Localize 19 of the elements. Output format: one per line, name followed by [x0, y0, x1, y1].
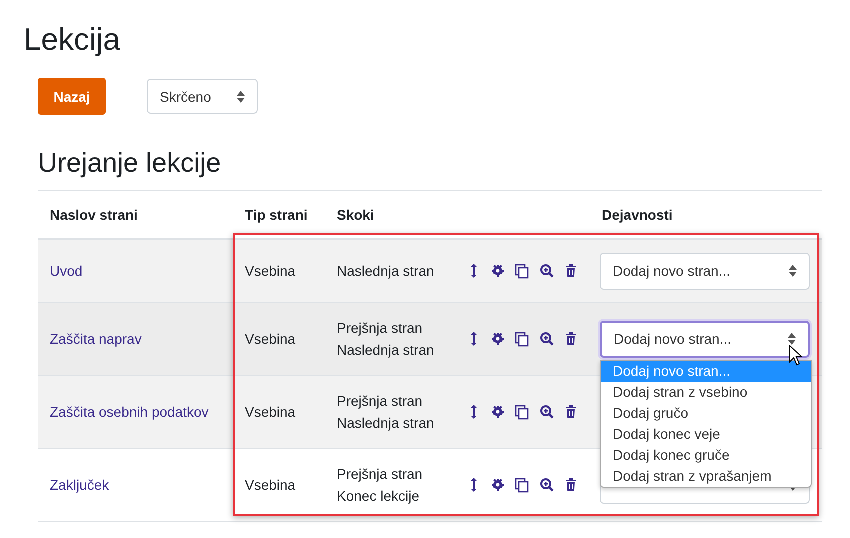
page-type: Vsebina — [244, 263, 297, 279]
column-header: Naslov strani — [49, 206, 139, 222]
jump-label: Naslednja stran — [337, 415, 436, 431]
select-value: Dodaj novo stran... — [613, 263, 731, 279]
column-header: Skoki — [336, 206, 376, 222]
jump-label: Naslednja stran — [337, 342, 436, 358]
jump-label: Naslednja stran — [337, 263, 436, 279]
page-type: Vsebina — [244, 477, 297, 493]
page-title: Lekcija — [23, 21, 120, 58]
select-value: Dodaj novo stran... — [614, 331, 732, 347]
column-header: Dejavnosti — [601, 206, 674, 222]
jump-label: Prejšnja stran — [337, 393, 424, 409]
jump-label: Prejšnja stran — [337, 320, 424, 336]
jump-label: Prejšnja stran — [337, 466, 424, 482]
page-type: Vsebina — [244, 331, 297, 347]
jump-label: Konec lekcije — [337, 488, 420, 504]
page-type: Vsebina — [244, 404, 297, 420]
section-title: Urejanje lekcije — [37, 147, 222, 180]
column-header: Tip strani — [244, 206, 309, 222]
